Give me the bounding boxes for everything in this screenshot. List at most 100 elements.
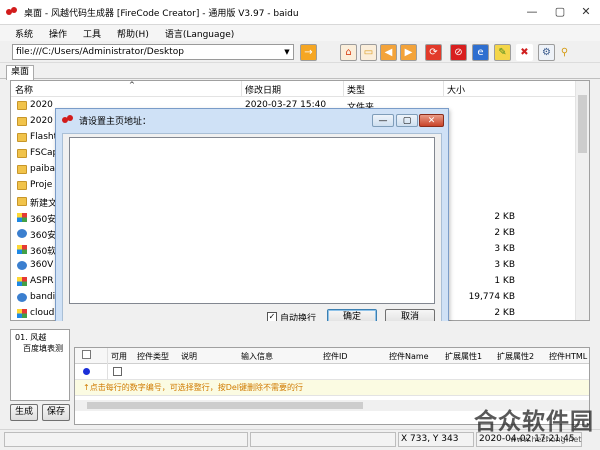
toolbar: ▼ → ⌂ ▭ ◀ ▶ ⟳ ⊘ e ✎ ✖ ⚙ ⚲ [0,41,600,63]
dialog-minimize-button[interactable]: — [372,114,394,127]
save-button[interactable]: 保存 [42,404,70,421]
stop-icon[interactable]: ⊘ [450,44,467,61]
file-list-scrollbar[interactable] [575,81,589,320]
homepage-textarea[interactable] [69,137,435,304]
title-bar: 桌面 - 风越代码生成器 [FireCode Creator] - 通用版 V3… [0,0,600,25]
search-icon[interactable]: ⚲ [556,44,573,61]
menu-system[interactable]: 系统 [15,27,33,40]
address-input[interactable] [12,44,294,60]
file-icon [17,277,27,286]
app-logo-icon [6,7,18,17]
window-title: 桌面 - 风越代码生成器 [FireCode Creator] - 通用版 V3… [24,8,299,19]
menu-operate[interactable]: 操作 [49,27,67,40]
file-name: 360软 [30,247,57,257]
file-size: 2 KB [494,212,515,222]
dialog-close-button[interactable]: ✕ [419,114,444,127]
row-marker-icon [83,368,90,375]
folder-icon [17,117,27,126]
folder-icon [17,149,27,158]
go-icon[interactable]: → [300,44,317,61]
folder-icon [17,101,27,110]
file-name: cloud [30,308,55,318]
file-size: 19,774 KB [468,292,515,302]
refresh-icon[interactable]: ⟳ [425,44,442,61]
tree-item[interactable]: 01. 风越 [15,332,46,343]
dialog-maximize-button[interactable]: ▢ [396,114,418,127]
file-size: 2 KB [494,308,515,318]
grid-col: 输入信息 [241,352,273,361]
scroll-thumb[interactable] [578,95,587,153]
homepage-dialog: 请设置主页地址： — ▢ ✕ ✓ 自动换行 确定 取消 [55,108,449,333]
status-progress [250,432,396,447]
tab-desktop[interactable]: 桌面 [6,65,34,80]
back-icon[interactable]: ◀ [380,44,397,61]
gear-icon[interactable]: ⚙ [538,44,555,61]
pen-icon[interactable]: ✎ [494,44,511,61]
file-name: ASPR [30,276,54,286]
file-list-header: 名称 ^ 修改日期 类型 大小 [11,81,576,97]
address-dropdown-icon[interactable]: ▼ [282,45,292,59]
close-window-button[interactable]: ✕ [572,0,600,22]
file-name: FSCap [30,148,59,158]
file-name: 新建文 [30,199,58,209]
delete-icon[interactable]: ✖ [516,44,533,61]
dialog-title-bar: 请设置主页地址： — ▢ ✕ [56,109,448,131]
file-name: bandi [30,292,56,302]
dialog-body: ✓ 自动换行 确定 取消 [62,133,442,327]
file-size: 3 KB [494,244,515,254]
file-name: 360安 [30,215,57,225]
folder-icon [17,133,27,142]
forward-icon[interactable]: ▶ [400,44,417,61]
grid-col: 控件Name [389,352,429,361]
grid-col: 扩展属性1 [445,352,483,361]
status-coordinates: X 733, Y 343 [398,432,474,447]
folder-icon [17,181,27,190]
grid-col: 可用 [111,352,127,361]
sort-indicator-icon: ^ [129,81,135,89]
tree-item[interactable]: 百度填表测 [23,343,63,354]
home-icon[interactable]: ⌂ [340,44,357,61]
col-date[interactable]: 修改日期 [245,83,281,96]
browser-icon[interactable]: e [472,44,489,61]
grid-row[interactable] [75,364,589,380]
watermark-text: 合众软件园 [474,409,594,435]
grid-col: 说明 [181,352,197,361]
file-name: paiba [30,164,55,174]
file-icon [17,229,27,238]
folder-icon [17,165,27,174]
file-icon [17,293,27,302]
file-icon [17,213,27,222]
col-type[interactable]: 类型 [347,83,365,96]
grid-col: 控件类型 [137,352,169,361]
hscroll-thumb[interactable] [87,402,363,409]
file-name: 2020 [30,116,53,126]
grid-col: 控件HTML [549,352,588,361]
watermark-logo: 合众软件园 www.hezhong.net [468,402,600,450]
file-name: 360安 [30,231,57,241]
dialog-title: 请设置主页地址： [79,116,152,127]
watermark-url: www.hezhong.net [510,435,582,444]
file-name: 360V [30,260,54,270]
select-all-checkbox[interactable] [82,350,91,359]
task-tree: 01. 风越 百度填表测 [10,329,70,401]
grid-header: 可用 控件类型 说明 输入信息 控件ID 控件Name 扩展属性1 扩展属性2 … [75,348,589,364]
maximize-button[interactable]: ▢ [546,0,574,22]
col-name[interactable]: 名称 [15,83,33,96]
status-main [4,432,248,447]
row-checkbox[interactable] [113,367,122,376]
menu-help[interactable]: 帮助(H) [117,27,149,40]
file-size: 1 KB [494,276,515,286]
minimize-button[interactable]: — [518,0,546,22]
menu-language[interactable]: 语言(Language) [165,27,234,40]
file-name: 2020 [30,100,53,110]
file-name: Proje [30,180,53,190]
generate-button[interactable]: 生成 [10,404,38,421]
folder-icon[interactable]: ▭ [360,44,377,61]
menu-tools[interactable]: 工具 [83,27,101,40]
file-icon [17,245,27,254]
file-size: 2 KB [494,228,515,238]
file-size: 3 KB [494,260,515,270]
file-icon [17,261,27,270]
dialog-logo-icon [62,115,74,125]
col-size[interactable]: 大小 [447,83,465,96]
